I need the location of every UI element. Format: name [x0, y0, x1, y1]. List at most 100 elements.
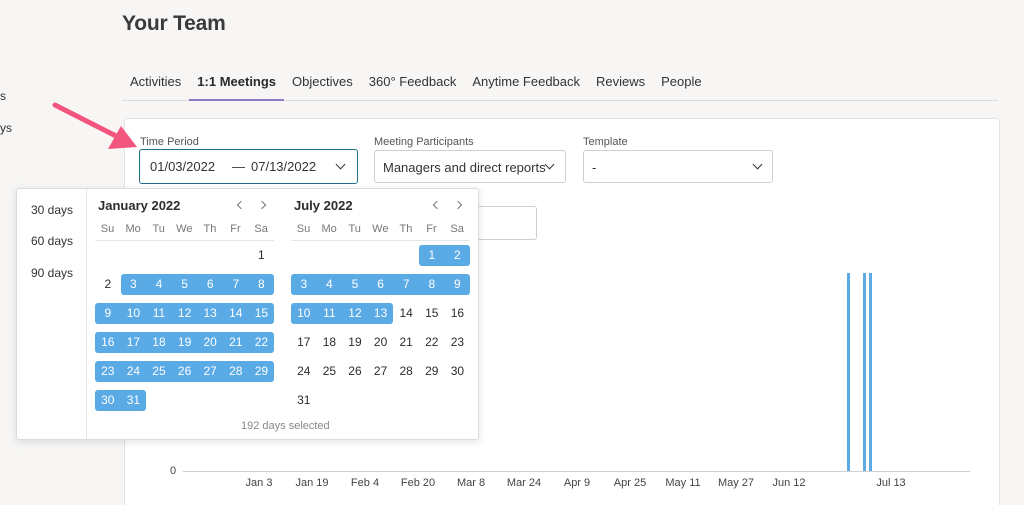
calendar-day[interactable]: 24	[120, 361, 147, 382]
tab-people[interactable]: People	[653, 66, 709, 101]
tab-activities[interactable]: Activities	[122, 66, 189, 101]
calendar-day[interactable]: 15	[419, 303, 445, 324]
calendar-day[interactable]: 7	[223, 274, 249, 295]
calendar-day[interactable]: 26	[171, 361, 198, 382]
y-axis-tick-0: 0	[170, 465, 177, 477]
sidebar-item-fragment-1[interactable]: s	[0, 89, 6, 103]
calendar-day[interactable]: 14	[393, 303, 419, 324]
calendar-day[interactable]: 4	[146, 274, 172, 295]
calendar-day[interactable]: 23	[95, 361, 121, 382]
calendar-day[interactable]: 9	[95, 303, 121, 324]
preset-30-days[interactable]: 30 days	[31, 203, 73, 217]
sidebar-item-fragment-2[interactable]: ys	[0, 121, 12, 135]
calendar-month-title: July 2022	[294, 198, 353, 213]
calendar-day[interactable]: 31	[291, 390, 317, 411]
calendar-day[interactable]: 21	[223, 332, 249, 353]
chevron-down-icon	[752, 159, 763, 170]
calendar-day[interactable]: 2	[95, 274, 121, 295]
calendar-day[interactable]: 12	[342, 303, 368, 324]
calendar-day[interactable]: 31	[120, 390, 147, 411]
x-axis-tick-label: Mar 8	[456, 477, 486, 489]
calendar-day[interactable]: 5	[171, 274, 198, 295]
calendar-day[interactable]: 27	[197, 361, 223, 382]
calendar-day[interactable]: 4	[316, 274, 343, 295]
calendar-day[interactable]: 26	[342, 361, 368, 382]
chart-bar[interactable]	[863, 273, 866, 471]
calendar-day[interactable]: 16	[445, 303, 471, 324]
chart-bar[interactable]	[847, 273, 850, 471]
weekday-header: Sa	[450, 223, 464, 235]
calendar-day[interactable]: 12	[171, 303, 198, 324]
prev-month-chevron-icon[interactable]	[432, 200, 442, 210]
weekday-header: Mo	[125, 223, 141, 235]
calendar-day[interactable]: 7	[393, 274, 419, 295]
calendar-day[interactable]: 22	[419, 332, 445, 353]
next-month-chevron-icon[interactable]	[453, 200, 463, 210]
calendar-day[interactable]: 6	[367, 274, 394, 295]
weekday-header: Fr	[230, 223, 241, 235]
tab-reviews[interactable]: Reviews	[588, 66, 653, 101]
calendar-day[interactable]: 9	[444, 274, 471, 295]
calendar-day[interactable]: 24	[291, 361, 317, 382]
partially-hidden-input[interactable]	[470, 206, 537, 240]
calendar-day[interactable]: 30	[95, 390, 121, 411]
calendar-day[interactable]: 30	[445, 361, 471, 382]
calendar-day[interactable]: 18	[146, 332, 172, 353]
tab-anytime-feedback[interactable]: Anytime Feedback	[464, 66, 588, 101]
calendar-day[interactable]: 1	[419, 245, 445, 266]
calendar-day[interactable]: 14	[223, 303, 249, 324]
date-range-input[interactable]: 01/03/2022 — 07/13/2022	[139, 149, 358, 184]
calendar-day[interactable]: 28	[223, 361, 249, 382]
calendar-day[interactable]: 3	[120, 274, 147, 295]
calendar-day[interactable]: 5	[342, 274, 368, 295]
calendar-day[interactable]: 11	[146, 303, 172, 324]
calendar-day[interactable]: 21	[393, 332, 419, 353]
calendar-day[interactable]: 20	[368, 332, 394, 353]
calendar-day[interactable]: 29	[248, 361, 275, 382]
calendar-day[interactable]: 25	[146, 361, 172, 382]
calendar-day[interactable]: 13	[197, 303, 223, 324]
calendar-day[interactable]: 28	[393, 361, 419, 382]
x-axis-tick-label: Feb 4	[350, 477, 380, 489]
calendar-day[interactable]: 11	[316, 303, 343, 324]
calendar-day[interactable]: 20	[197, 332, 223, 353]
calendar-day[interactable]: 19	[342, 332, 368, 353]
calendar-day[interactable]: 16	[95, 332, 121, 353]
participants-value: Managers and direct reports	[383, 160, 546, 175]
preset-60-days[interactable]: 60 days	[31, 234, 73, 248]
calendar-day[interactable]: 27	[368, 361, 394, 382]
calendar-day[interactable]: 10	[291, 303, 317, 324]
calendar-day[interactable]: 1	[249, 245, 275, 266]
calendar-day[interactable]: 10	[120, 303, 147, 324]
next-month-chevron-icon[interactable]	[257, 200, 267, 210]
tab-objectives[interactable]: Objectives	[284, 66, 361, 101]
calendar-day[interactable]: 17	[291, 332, 317, 353]
calendar-day[interactable]: 29	[419, 361, 445, 382]
calendar-day[interactable]: 8	[419, 274, 445, 295]
x-axis-tick-label: Mar 24	[506, 477, 542, 489]
annotation-arrow-icon	[52, 102, 137, 149]
calendar-day[interactable]: 22	[248, 332, 275, 353]
preset-90-days[interactable]: 90 days	[31, 266, 73, 280]
calendar-day[interactable]: 15	[248, 303, 275, 324]
x-axis-tick-label: Jun 12	[772, 477, 806, 489]
calendar-day[interactable]: 2	[444, 245, 471, 266]
calendar-day[interactable]: 18	[317, 332, 343, 353]
calendar-day[interactable]: 23	[445, 332, 471, 353]
calendar-day[interactable]: 19	[171, 332, 198, 353]
prev-month-chevron-icon[interactable]	[236, 200, 246, 210]
calendar-day[interactable]: 6	[197, 274, 223, 295]
template-select[interactable]: -	[583, 150, 773, 183]
calendar-day[interactable]: 3	[291, 274, 317, 295]
chart-bar[interactable]	[869, 273, 872, 471]
weekday-header: Tu	[152, 223, 165, 235]
calendar-day[interactable]: 13	[367, 303, 394, 324]
weekday-header: We	[176, 223, 193, 235]
calendar-day[interactable]: 25	[317, 361, 343, 382]
calendar-day[interactable]: 8	[248, 274, 275, 295]
tab-1-1-meetings[interactable]: 1:1 Meetings	[189, 66, 285, 101]
calendar-day[interactable]: 17	[120, 332, 147, 353]
participants-select[interactable]: Managers and direct reports	[374, 150, 566, 183]
x-axis-tick-label: Apr 25	[613, 477, 647, 489]
tab-360-feedback[interactable]: 360° Feedback	[361, 66, 465, 101]
